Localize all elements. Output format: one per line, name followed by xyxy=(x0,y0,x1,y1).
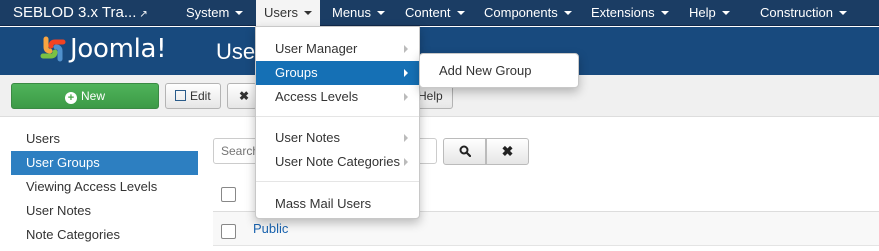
caret-down-icon xyxy=(235,11,244,15)
help-button-label: Help xyxy=(418,89,443,103)
select-all-checkbox[interactable] xyxy=(221,187,236,202)
caret-down-icon xyxy=(721,11,730,15)
sidebar-item-viewing-access-levels[interactable]: Viewing Access Levels xyxy=(11,175,198,199)
chevron-right-icon xyxy=(404,158,408,166)
clear-search-button[interactable]: ✖ xyxy=(486,138,529,165)
search-button[interactable] xyxy=(443,138,486,165)
sidebar-item-note-categories[interactable]: Note Categories xyxy=(11,223,198,247)
nav-system[interactable]: System xyxy=(178,0,251,26)
caret-down-icon xyxy=(456,11,465,15)
menu-item-add-new-group[interactable]: Add New Group xyxy=(420,59,578,83)
nav-content-label: Content xyxy=(405,5,451,20)
plus-circle-icon: + xyxy=(64,92,77,104)
menu-item-label: User Notes xyxy=(275,130,341,145)
menu-item-label: Groups xyxy=(275,65,318,80)
nav-construction-label: Construction xyxy=(760,5,833,20)
nav-help-label: Help xyxy=(689,5,716,20)
nav-menus[interactable]: Menus xyxy=(324,0,393,26)
nav-menus-label: Menus xyxy=(332,5,372,20)
close-icon: ✖ xyxy=(239,89,250,103)
joomla-logo-icon xyxy=(40,36,66,62)
caret-down-icon xyxy=(563,11,572,15)
menu-item-label: User Note Categories xyxy=(275,154,400,169)
nav-users[interactable]: Users xyxy=(256,0,320,26)
menu-item-user-note-categories[interactable]: User Note Categories xyxy=(256,150,419,174)
chevron-right-icon xyxy=(404,134,408,142)
caret-down-icon xyxy=(838,11,847,15)
group-title-link[interactable]: Public xyxy=(253,221,288,236)
menu-item-user-manager[interactable]: User Manager xyxy=(256,37,419,61)
menu-item-label: Mass Mail Users xyxy=(275,196,372,211)
groups-submenu: Add New Group xyxy=(419,53,579,88)
menu-item-label: Add New Group xyxy=(439,63,532,78)
edit-button[interactable]: Edit xyxy=(165,83,221,109)
nav-content[interactable]: Content xyxy=(397,0,473,26)
edit-button-label: Edit xyxy=(190,89,211,103)
nav-users-label: Users xyxy=(264,5,298,20)
menu-item-label: Access Levels xyxy=(275,89,359,104)
nav-components-label: Components xyxy=(484,5,558,20)
nav-extensions[interactable]: Extensions xyxy=(583,0,677,26)
menu-item-groups[interactable]: Groups xyxy=(256,61,419,85)
row-checkbox[interactable] xyxy=(221,224,236,239)
nav-help[interactable]: Help xyxy=(681,0,738,26)
caret-down-icon xyxy=(660,11,669,15)
menu-divider xyxy=(256,116,419,117)
site-name: SEBLOD 3.x Tra... xyxy=(13,4,137,21)
external-link-icon: ↗ xyxy=(139,9,148,20)
menu-item-user-notes[interactable]: User Notes xyxy=(256,126,419,150)
nav-extensions-label: Extensions xyxy=(591,5,655,20)
menu-item-access-levels[interactable]: Access Levels xyxy=(256,85,419,109)
edit-icon xyxy=(175,90,186,101)
chevron-right-icon xyxy=(404,45,408,53)
joomla-logo-text: Joomla! xyxy=(70,34,167,64)
top-navbar: SEBLOD 3.x Tra... ↗ System Users Menus Co… xyxy=(0,0,879,26)
sidebar-item-users[interactable]: Users xyxy=(11,127,198,151)
sidebar-item-user-notes[interactable]: User Notes xyxy=(11,199,198,223)
new-button-label: New xyxy=(80,89,105,103)
menu-item-label: User Manager xyxy=(275,41,358,56)
site-brand-link[interactable]: SEBLOD 3.x Tra... ↗ xyxy=(13,0,148,26)
chevron-right-icon xyxy=(404,69,408,77)
chevron-right-icon xyxy=(404,93,408,101)
caret-down-icon xyxy=(377,11,386,15)
nav-system-label: System xyxy=(186,5,230,20)
menu-item-mass-mail-users[interactable]: Mass Mail Users xyxy=(256,192,419,216)
sidebar: Users User Groups Viewing Access Levels … xyxy=(11,127,198,247)
close-icon: ✖ xyxy=(501,143,514,159)
caret-down-icon xyxy=(303,11,312,15)
users-dropdown-menu: User Manager Groups Access Levels User N… xyxy=(255,26,420,219)
nav-construction[interactable]: Construction xyxy=(752,0,855,26)
sidebar-item-user-groups[interactable]: User Groups xyxy=(11,151,198,175)
nav-components[interactable]: Components xyxy=(476,0,580,26)
new-button[interactable]: + New xyxy=(11,83,159,109)
delete-button[interactable]: ✖ xyxy=(227,83,257,109)
search-icon xyxy=(459,145,471,158)
menu-divider xyxy=(256,181,419,182)
